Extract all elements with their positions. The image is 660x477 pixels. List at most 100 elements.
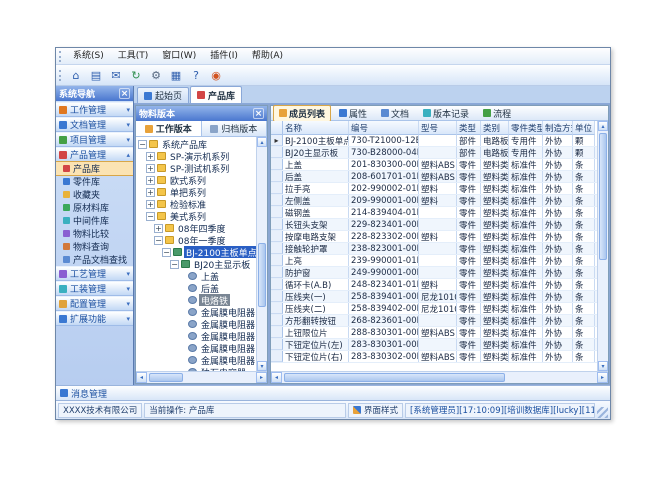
tree-node[interactable]: 金属膜电阻器 bbox=[136, 306, 256, 318]
table-vertical-scrollbar[interactable] bbox=[597, 121, 608, 371]
tree-node[interactable]: −美式系列 bbox=[136, 210, 256, 222]
table-row[interactable]: 按摩电路支架228-823302-00E塑料零件塑料类标准件外协条 bbox=[271, 231, 597, 243]
tree-node[interactable]: 金属膜电阻器 bbox=[136, 330, 256, 342]
table-row[interactable]: 上亮239-990001-01E零件塑料类标准件外协条 bbox=[271, 255, 597, 267]
table-row[interactable]: 压线夹(二)258-839402-00E尼龙1010零件塑料类标准件外协条 bbox=[271, 303, 597, 315]
nav-item-favorites[interactable]: 收藏夹 bbox=[56, 188, 133, 201]
tree-expander-icon[interactable]: − bbox=[162, 248, 171, 257]
scroll-right-icon[interactable] bbox=[597, 372, 608, 383]
tree-node[interactable]: −08年一季度 bbox=[136, 234, 256, 246]
table-row[interactable]: 下钮定位片(右)283-830302-00E塑料ABS零件塑料类标准件外协条 bbox=[271, 351, 597, 363]
tab-start-page[interactable]: 起始页 bbox=[137, 87, 189, 103]
scroll-left-icon[interactable] bbox=[136, 372, 147, 383]
menu-item-1[interactable]: 工具(T) bbox=[111, 49, 156, 64]
nav-item-product-library[interactable]: 产品库 bbox=[56, 162, 133, 175]
close-icon[interactable] bbox=[119, 88, 130, 99]
column-header-3[interactable]: 类型 bbox=[457, 121, 481, 135]
nav-item-material-query[interactable]: 物料查询 bbox=[56, 240, 133, 253]
table-row[interactable]: 长钮头支架229-823401-00E零件塑料类标准件外协条 bbox=[271, 219, 597, 231]
tree-expander-icon[interactable]: + bbox=[146, 152, 155, 161]
mail-button[interactable]: ✉ bbox=[107, 67, 125, 84]
tree-expander-icon[interactable]: + bbox=[146, 176, 155, 185]
tree-expander-icon[interactable]: + bbox=[146, 200, 155, 209]
settings-button[interactable]: ⚙ bbox=[147, 67, 165, 84]
table-row[interactable]: 拉手亮202-990002-01E塑料零件塑料类标准件外协条 bbox=[271, 183, 597, 195]
column-header-1[interactable]: 编号 bbox=[349, 121, 419, 135]
tree-node[interactable]: +检验标准 bbox=[136, 198, 256, 210]
tab-member-list[interactable]: 成员列表 bbox=[273, 105, 331, 122]
menu-item-2[interactable]: 窗口(W) bbox=[155, 49, 203, 64]
scroll-right-icon[interactable] bbox=[256, 372, 267, 383]
tab-properties[interactable]: 属性 bbox=[333, 105, 373, 122]
nav-group-work[interactable]: 工作管理▾ bbox=[56, 102, 133, 117]
scroll-up-icon[interactable] bbox=[598, 121, 608, 131]
tree-node[interactable]: 后盖 bbox=[136, 282, 256, 294]
tab-workflow[interactable]: 流程 bbox=[477, 105, 517, 122]
nav-item-product-doc-search[interactable]: 产品文档查找 bbox=[56, 253, 133, 266]
tree-hscroll-thumb[interactable] bbox=[149, 373, 183, 382]
tree-expander-icon[interactable]: + bbox=[154, 224, 163, 233]
message-bar-label[interactable]: 消息管理 bbox=[71, 387, 107, 400]
table-row[interactable]: 后盖208-601701-01E塑料ABS零件塑料类标准件外协条 bbox=[271, 171, 597, 183]
column-header-4[interactable]: 类别 bbox=[481, 121, 509, 135]
column-header-5[interactable]: 零件类型 bbox=[509, 121, 543, 135]
tree-node[interactable]: 金属膜电阻器 bbox=[136, 354, 256, 366]
nav-item-raw-materials[interactable]: 原材料库 bbox=[56, 201, 133, 214]
tree-horizontal-scrollbar[interactable] bbox=[136, 371, 267, 383]
tree-hscroll-track[interactable] bbox=[147, 372, 256, 383]
close-icon[interactable] bbox=[253, 108, 264, 119]
table-row[interactable]: ▸BJ-2100主板单点730-T21000-12E部件电路板专用件外协颗 bbox=[271, 135, 597, 147]
table-vscroll-track[interactable] bbox=[598, 131, 608, 361]
tree-node[interactable]: −BJ20主显示板 bbox=[136, 258, 256, 270]
tree-vscroll-track[interactable] bbox=[257, 147, 267, 361]
table-row[interactable]: 方形翻转按钮268-823601-00E零件塑料类标准件外协条 bbox=[271, 315, 597, 327]
tree-expander-icon[interactable]: − bbox=[146, 212, 155, 221]
tab-documents[interactable]: 文档 bbox=[375, 105, 415, 122]
tree-node[interactable]: +单把系列 bbox=[136, 186, 256, 198]
toolbar-grip[interactable] bbox=[59, 70, 63, 81]
nav-group-product[interactable]: 产品管理▴ bbox=[56, 147, 133, 162]
tree-node[interactable]: 金属膜电阻器 bbox=[136, 342, 256, 354]
tree-node[interactable]: +08年四季度 bbox=[136, 222, 256, 234]
resize-grip[interactable] bbox=[597, 407, 608, 418]
table-vscroll-thumb[interactable] bbox=[599, 133, 607, 260]
tree-expander-icon[interactable]: + bbox=[146, 188, 155, 197]
tree-node[interactable]: 电烙铁 bbox=[136, 294, 256, 306]
tree-expander-icon[interactable]: − bbox=[138, 140, 147, 149]
tab-working-version[interactable]: 工作版本 bbox=[136, 121, 202, 136]
nav-group-config[interactable]: 配置管理▾ bbox=[56, 296, 133, 311]
nav-group-tooling[interactable]: 工装管理▾ bbox=[56, 281, 133, 296]
status-style[interactable]: 界面样式 bbox=[348, 403, 403, 418]
nav-item-material-compare[interactable]: 物料比较 bbox=[56, 227, 133, 240]
table-row[interactable]: 循环卡(A.B)248-823401-01E塑料零件塑料类标准件外协条 bbox=[271, 279, 597, 291]
table-hscroll-track[interactable] bbox=[282, 372, 597, 383]
tree-vscroll-thumb[interactable] bbox=[258, 243, 266, 307]
workspace-button[interactable]: ▤ bbox=[87, 67, 105, 84]
table-hscroll-thumb[interactable] bbox=[284, 373, 505, 382]
table-row[interactable]: 左侧盖209-990001-00E塑料零件塑料类标准件外协条 bbox=[271, 195, 597, 207]
menu-grip[interactable] bbox=[59, 51, 63, 62]
table-row[interactable]: 接触轮护罩238-823001-00E零件塑料类标准件外协条 bbox=[271, 243, 597, 255]
nav-item-parts-library[interactable]: 零件库 bbox=[56, 175, 133, 188]
table-row[interactable]: 磁钢盖214-839404-01E零件塑料类标准件外协条 bbox=[271, 207, 597, 219]
calculator-button[interactable]: ▦ bbox=[167, 67, 185, 84]
tree-node[interactable]: +SP-测试机系列 bbox=[136, 162, 256, 174]
nav-group-process[interactable]: 工艺管理▾ bbox=[56, 266, 133, 281]
tree-node[interactable]: +欧式系列 bbox=[136, 174, 256, 186]
message-bar[interactable]: 消息管理 bbox=[56, 385, 610, 400]
help-button[interactable]: ? bbox=[187, 67, 205, 84]
tree-expander-icon[interactable]: − bbox=[170, 260, 179, 269]
tree-expander-icon[interactable]: − bbox=[154, 236, 163, 245]
column-header-7[interactable]: 单位 bbox=[573, 121, 595, 135]
nav-group-extension[interactable]: 扩展功能▾ bbox=[56, 311, 133, 326]
tree-node[interactable]: −BJ-2100主板单点 bbox=[136, 246, 256, 258]
table-row[interactable]: 上盖201-830300-00E塑料ABS零件塑料类标准件外协条 bbox=[271, 159, 597, 171]
tab-archived-version[interactable]: 归档版本 bbox=[202, 121, 268, 136]
nav-group-project[interactable]: 项目管理▾ bbox=[56, 132, 133, 147]
home-button[interactable]: ⌂ bbox=[67, 67, 85, 84]
exit-button[interactable]: ◉ bbox=[207, 67, 225, 84]
tree-node[interactable]: 上盖 bbox=[136, 270, 256, 282]
nav-item-intermediate-library[interactable]: 中间件库 bbox=[56, 214, 133, 227]
menu-item-3[interactable]: 插件(I) bbox=[203, 49, 245, 64]
scroll-left-icon[interactable] bbox=[271, 372, 282, 383]
